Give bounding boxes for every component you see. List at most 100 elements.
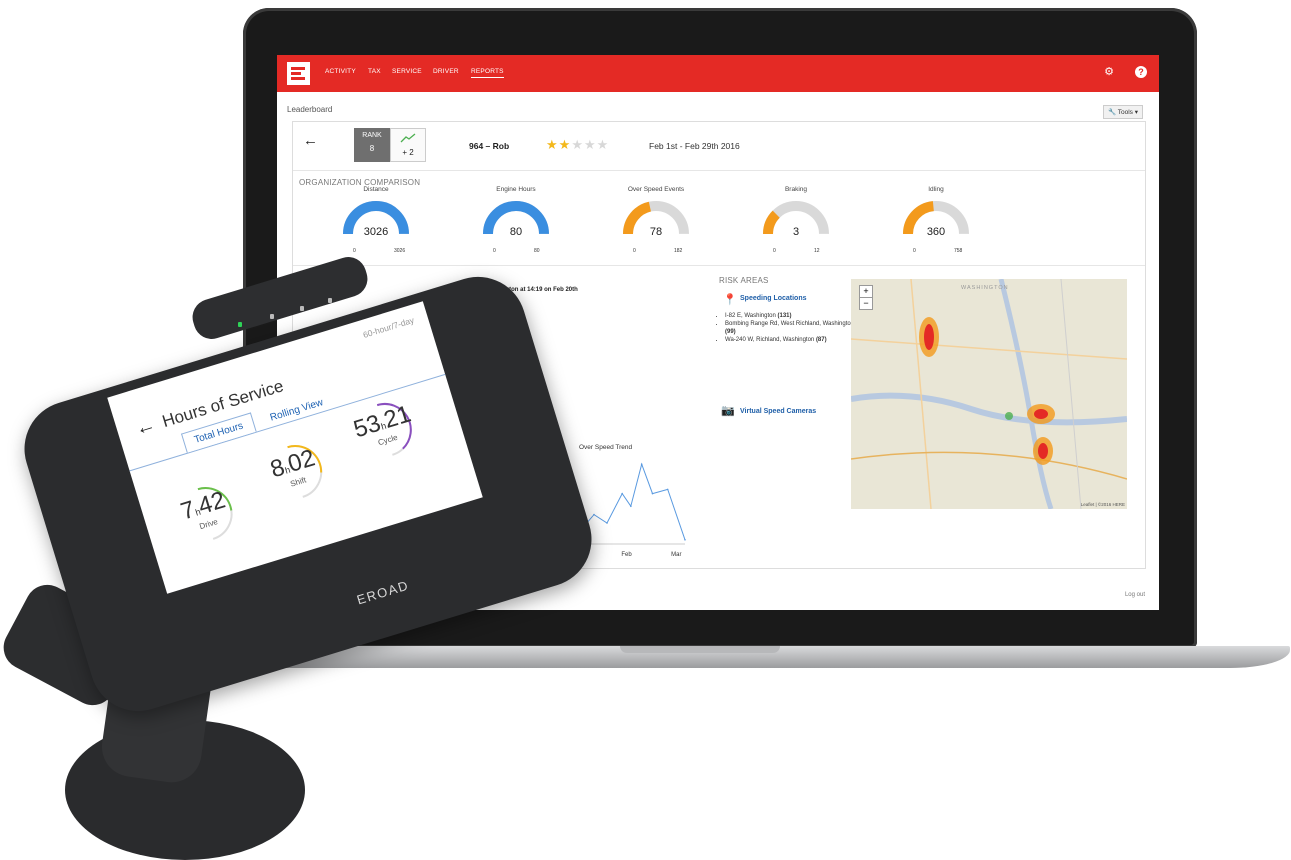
star-empty-icon: ★: [583, 137, 597, 152]
x-tick-label: Mar: [671, 552, 681, 558]
list-item[interactable]: Wa-240 W, Richland, Washington (87): [725, 336, 855, 344]
gauge-label: Distance: [363, 186, 389, 193]
zoom-out-button[interactable]: −: [860, 298, 872, 309]
back-arrow-icon[interactable]: ←: [303, 132, 318, 149]
data-point: [554, 509, 556, 512]
rank-value: 8: [369, 144, 375, 153]
camera-icon: 📷: [721, 405, 735, 417]
nav-driver[interactable]: DRIVER: [433, 68, 459, 75]
data-point: [651, 492, 654, 495]
hos-arc-fill: [197, 487, 233, 511]
insight-line: hland, Washington at 14:19 on Feb 20th: [465, 287, 578, 293]
wrench-icon: 🔧: [1107, 109, 1118, 116]
insight-line: ers: [465, 297, 474, 303]
help-icon[interactable]: ?: [1135, 66, 1147, 78]
zoom-in-button[interactable]: +: [860, 286, 872, 298]
tools-button[interactable]: 🔧 Tools ▾: [1102, 105, 1143, 119]
location-text: I-82 E, Washington: [725, 313, 778, 319]
location-text: Bombing Range Rd, West Richland, Washing…: [725, 321, 855, 327]
gauge-1: Engine Hours 80 0 80: [471, 186, 561, 256]
laptop-notch: [620, 646, 780, 653]
gauge-label: Braking: [784, 186, 808, 193]
logout-link[interactable]: Log out: [1125, 592, 1145, 598]
map-roads: [851, 279, 1127, 509]
status-led-green: [238, 322, 242, 327]
back-arrow-icon[interactable]: ←: [133, 413, 159, 441]
hos-arc: [197, 487, 233, 540]
gauge-3: Braking 3 0 12: [751, 186, 841, 256]
star-filled-icon: ★: [546, 137, 559, 152]
list-item[interactable]: Bombing Range Rd, West Richland, Washing…: [725, 320, 855, 336]
star-rating: ★★★★★: [546, 137, 609, 153]
nav-tax[interactable]: TAX: [368, 68, 381, 75]
x-tick-label: Feb: [621, 552, 632, 558]
insight-line: mins: [465, 319, 478, 325]
data-point: [684, 539, 686, 541]
map-region-label: WASHINGTON: [961, 285, 1009, 291]
location-pin-icon: 📍: [723, 294, 737, 306]
nav-activity[interactable]: ACTIVITY: [325, 68, 356, 75]
nav-service[interactable]: SERVICE: [392, 68, 422, 75]
rank-trend-box: + 2: [390, 128, 426, 162]
gauge-max: 80: [534, 248, 540, 254]
map-zoom-control: + −: [859, 285, 873, 310]
virtual-speed-cameras-link[interactable]: Virtual Speed Cameras: [740, 408, 816, 415]
x-tick-label: Jan: [572, 552, 582, 558]
gear-icon[interactable]: ⚙: [1103, 66, 1115, 78]
page-title: Leaderboard: [287, 105, 333, 114]
hos-value: 7h42: [177, 486, 229, 526]
divider: [293, 265, 1145, 266]
map-attribution[interactable]: Leaflet | ©2016 HERE: [1081, 502, 1125, 507]
gauge-max: 182: [674, 248, 683, 254]
data-point: [621, 492, 623, 495]
y-tick-label: 0 -: [543, 480, 550, 486]
speeding-locations-link[interactable]: Speeding Locations: [740, 295, 807, 302]
driver-name: 964 – Rob: [469, 141, 510, 151]
star-filled-icon: ★: [558, 137, 572, 152]
gauge-4: Idling 360 0 758: [891, 186, 981, 256]
gauge-2: Over Speed Events 78 0 182: [611, 186, 701, 256]
dashboard-screen: ACTIVITY TAX SERVICE DRIVER REPORTS ⚙ ? …: [277, 55, 1159, 610]
rank-change: + 2: [402, 148, 414, 157]
list-item[interactable]: I-82 E, Washington (131): [725, 312, 855, 320]
hos-label: Drive: [198, 517, 219, 532]
gauge-0: Distance 3026 0 3026: [331, 186, 421, 256]
rank-label: RANK: [362, 132, 382, 139]
star-empty-icon: ★: [571, 137, 584, 152]
gauge-min: 0: [633, 248, 636, 254]
leaderboard-panel: ← RANK 8 + 2 964 – Rob ★★★★★ Feb 1st - F…: [292, 121, 1146, 569]
data-point: [593, 513, 595, 516]
data-point: [640, 463, 643, 465]
date-range: Feb 1st - Feb 29th 2016: [649, 141, 740, 151]
location-text: Wa-240 W, Richland, Washington: [725, 337, 816, 343]
insights-title: INSIGHTS: [299, 273, 339, 282]
gauge-label: Idling: [928, 186, 944, 193]
location-count: (87): [815, 337, 827, 343]
speeding-locations-list: I-82 E, Washington (131)Bombing Range Rd…: [715, 312, 855, 344]
nav-reports[interactable]: REPORTS: [471, 68, 504, 78]
location-count: (99): [725, 329, 736, 335]
gauge-min: 0: [773, 248, 776, 254]
trend-up-icon: [400, 133, 416, 143]
gauge-label: Over Speed Events: [627, 186, 685, 193]
divider: [293, 170, 1145, 171]
risk-areas-title: RISK AREAS: [719, 276, 769, 285]
data-point: [606, 522, 608, 524]
chart-title: Over Speed Trend: [579, 444, 633, 451]
top-nav: ACTIVITY TAX SERVICE DRIVER REPORTS ⚙ ?: [277, 55, 1159, 92]
gauge-min: 0: [493, 248, 496, 254]
gauge-val: 78: [649, 226, 663, 238]
mount-knob: [0, 577, 145, 713]
data-point: [666, 488, 669, 491]
gauge-min: 0: [353, 248, 356, 254]
gauge-max: 12: [814, 248, 820, 254]
risk-map[interactable]: WASHINGTON + − Leaflet | ©2016 HERE: [851, 279, 1127, 509]
hos-arc-track: [197, 487, 233, 540]
eroad-logo[interactable]: [287, 62, 310, 85]
gauge-val: 360: [926, 226, 946, 238]
insight-line: ly trips: [465, 309, 483, 315]
hos-stat-drive: 7h42 Drive: [161, 481, 248, 540]
location-count: (131): [777, 313, 792, 319]
mount-arm: [98, 623, 218, 787]
star-empty-icon: ★: [596, 137, 610, 152]
